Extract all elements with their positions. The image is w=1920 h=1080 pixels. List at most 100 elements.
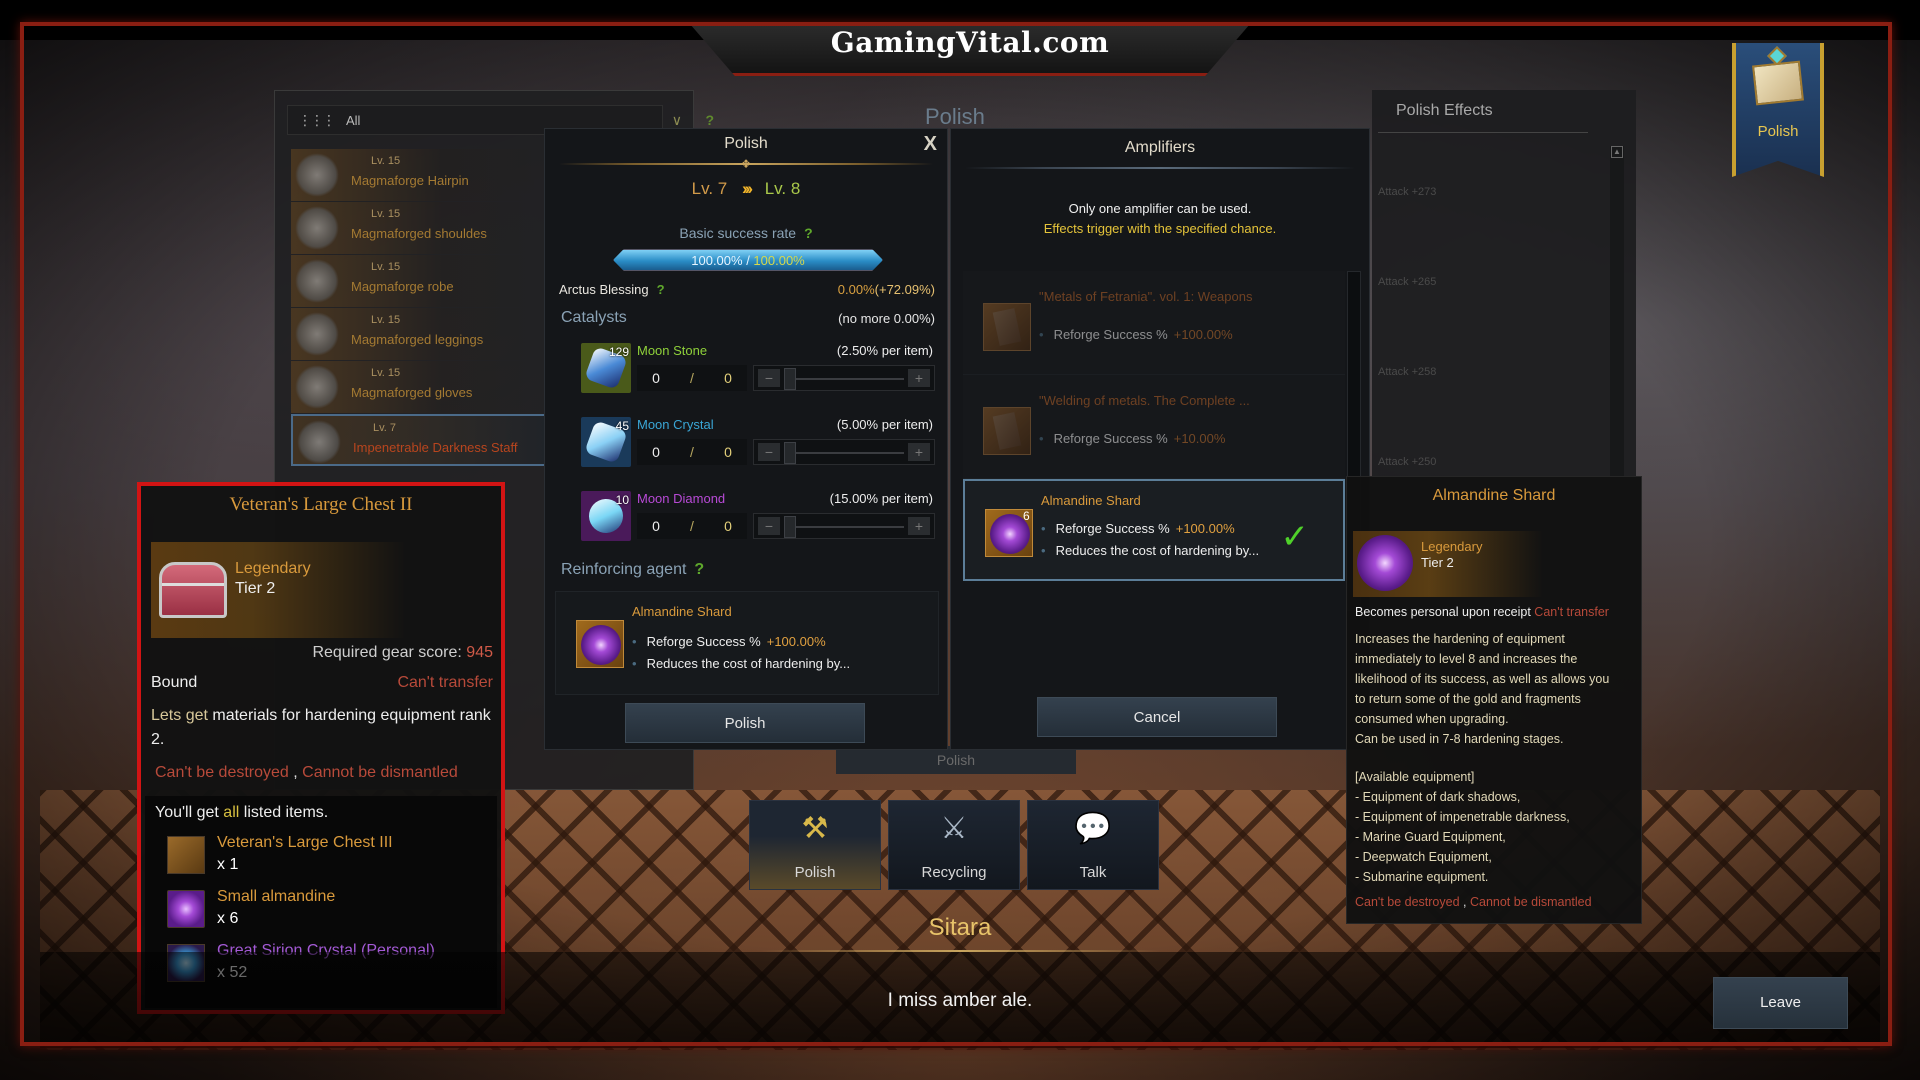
amplifiers-panel: Amplifiers Only one amplifier can be use…: [950, 128, 1370, 750]
effect-label: Reforge Success %: [646, 634, 761, 649]
polish-button[interactable]: Polish: [625, 703, 865, 743]
reinforcing-agent-slot[interactable]: Almandine Shard Reforge Success % +100.00…: [555, 591, 939, 695]
success-rate-bar: 100.00% / 100.00%: [613, 249, 883, 271]
help-icon[interactable]: ?: [694, 561, 704, 578]
item-name: Magmaforged shouldes: [351, 226, 487, 241]
slider-thumb[interactable]: [784, 516, 796, 538]
inventory-item[interactable]: Lv. 15 Magmaforge robe: [291, 255, 541, 307]
inventory-item[interactable]: Lv. 15 Magmaforge Hairpin: [291, 149, 541, 201]
req-label: Required gear score:: [312, 644, 467, 661]
chevron-down-icon[interactable]: ∨: [672, 112, 682, 129]
required-gear-score: Required gear score: 945: [312, 644, 493, 662]
item-level: Lv. 15: [371, 367, 401, 379]
divider: [760, 950, 1160, 952]
catalyst-row: 45 Moon Crystal (5.00% per item) 0 / 0 −…: [571, 413, 937, 479]
available-item: - Marine Guard Equipment,: [1355, 830, 1506, 844]
success-rate-text: 100.00% / 100.00%: [614, 253, 882, 268]
npc-menu-recycling[interactable]: ⚔ Recycling: [888, 800, 1020, 890]
minus-button[interactable]: −: [758, 443, 780, 461]
item-level: Lv. 7: [373, 422, 397, 434]
close-button[interactable]: X: [924, 133, 937, 156]
plus-button[interactable]: +: [908, 517, 930, 535]
warn-dismantle: Cannot be dismantled: [302, 764, 458, 781]
slider-track: [794, 452, 904, 454]
blessing-base: 0.00%: [837, 282, 875, 297]
item-grade: Legendary: [235, 560, 311, 577]
minus-button[interactable]: −: [758, 369, 780, 387]
minus-button[interactable]: −: [758, 517, 780, 535]
effect-label: Reforge Success %: [1055, 521, 1170, 536]
effect-value: +100.00%: [1173, 327, 1233, 342]
npc-menu-talk[interactable]: 💬 Talk: [1027, 800, 1159, 890]
effect-entry: Attack +265: [1378, 276, 1437, 288]
watermark-text: GamingVital.com: [830, 26, 1110, 59]
npc-name: Sitara: [928, 914, 992, 941]
description-line: Increases the hardening of equipment: [1355, 632, 1565, 646]
amplifier-item[interactable]: "Welding of metals. The Complete ... Ref…: [963, 375, 1345, 479]
tooltip-title: Almandine Shard: [1432, 487, 1556, 504]
catalysts-title: Catalysts: [561, 309, 627, 326]
binding-text: Becomes personal upon receipt: [1355, 605, 1531, 619]
inventory-item[interactable]: Lv. 15 Magmaforged shouldes: [291, 202, 541, 254]
arrows-icon: ›››: [742, 179, 753, 198]
blessing-label: Arctus Blessing: [559, 282, 649, 297]
description-line: to return some of the gold and fragments: [1355, 692, 1581, 706]
npc-menu-polish[interactable]: ⚒ Polish: [749, 800, 881, 890]
npc-dialog-text: I miss amber ale.: [887, 990, 1033, 1011]
rate-max: 100.00%: [753, 253, 805, 268]
slider-thumb[interactable]: [784, 368, 796, 390]
effect-value: +10.00%: [1173, 431, 1226, 446]
amplifier-name: "Welding of metals. The Complete ...: [1039, 393, 1250, 408]
leave-button[interactable]: Leave: [1713, 977, 1848, 1029]
item-level: Lv. 15: [371, 261, 401, 273]
help-icon[interactable]: ?: [705, 112, 714, 128]
effects-title: Polish Effects: [1396, 102, 1493, 119]
catalyst-slider[interactable]: − +: [753, 365, 935, 391]
agent-name: Almandine Shard: [632, 604, 732, 619]
basic-success-rate-label: Basic success rate?: [545, 225, 947, 241]
item-name: Impenetrable Darkness Staff: [353, 440, 518, 455]
amplifier-item-selected[interactable]: 6 Almandine Shard Reforge Success % +100.…: [963, 479, 1345, 581]
transfer-text: Can't transfer: [1534, 605, 1609, 619]
rate-separator: /: [742, 253, 754, 268]
reward-name: Veteran's Large Chest III: [217, 834, 393, 851]
shoulders-icon: [295, 206, 339, 250]
count-current: 0: [652, 444, 660, 460]
scroll-up-icon[interactable]: ▲: [1611, 146, 1623, 158]
catalyst-slider[interactable]: − +: [753, 513, 935, 539]
polish-banner[interactable]: Polish: [1732, 43, 1824, 177]
catalyst-row: 10 Moon Diamond (15.00% per item) 0 / 0 …: [571, 487, 937, 553]
available-item: - Submarine equipment.: [1355, 870, 1489, 884]
tooltip-title: Veteran's Large Chest II: [229, 494, 413, 515]
catalyst-slider[interactable]: − +: [753, 439, 935, 465]
cancel-button[interactable]: Cancel: [1037, 697, 1277, 737]
amplifier-item[interactable]: "Metals of Fetrania". vol. 1: Weapons Re…: [963, 271, 1345, 375]
item-level: Lv. 15: [371, 208, 401, 220]
chest-icon: [159, 562, 227, 618]
inventory-item-selected[interactable]: Lv. 7 Impenetrable Darkness Staff: [291, 414, 549, 466]
label: listed items.: [239, 804, 329, 821]
separator: ,: [1459, 895, 1470, 909]
catalyst-rate: (5.00% per item): [836, 417, 933, 432]
hairpin-icon: [295, 153, 339, 197]
level-from: Lv. 7: [691, 179, 728, 198]
plus-button[interactable]: +: [908, 369, 930, 387]
menu-label: Talk: [1079, 864, 1107, 881]
item-name: Magmaforged leggings: [351, 332, 484, 347]
catalyst-count: 0 / 0: [637, 365, 747, 391]
help-icon[interactable]: ?: [804, 225, 813, 241]
plus-button[interactable]: +: [908, 443, 930, 461]
inventory-item[interactable]: Lv. 15 Magmaforged gloves: [291, 361, 541, 413]
chest-description: Lets get materials for hardening equipme…: [151, 704, 491, 752]
amplifier-name: Almandine Shard: [1041, 493, 1141, 508]
slider-thumb[interactable]: [784, 442, 796, 464]
filter-label: All: [346, 112, 361, 128]
almandine-orb-icon: [1357, 535, 1413, 591]
background-polish-title: Polish: [925, 104, 985, 129]
available-item: - Equipment of dark shadows,: [1355, 790, 1521, 804]
help-icon[interactable]: ?: [657, 282, 665, 297]
req-value: 945: [466, 644, 493, 661]
effects-scrollbar[interactable]: ▲: [1610, 146, 1624, 476]
inventory-item[interactable]: Lv. 15 Magmaforged leggings: [291, 308, 541, 360]
warn-destroy: Can't be destroyed: [1355, 895, 1460, 909]
